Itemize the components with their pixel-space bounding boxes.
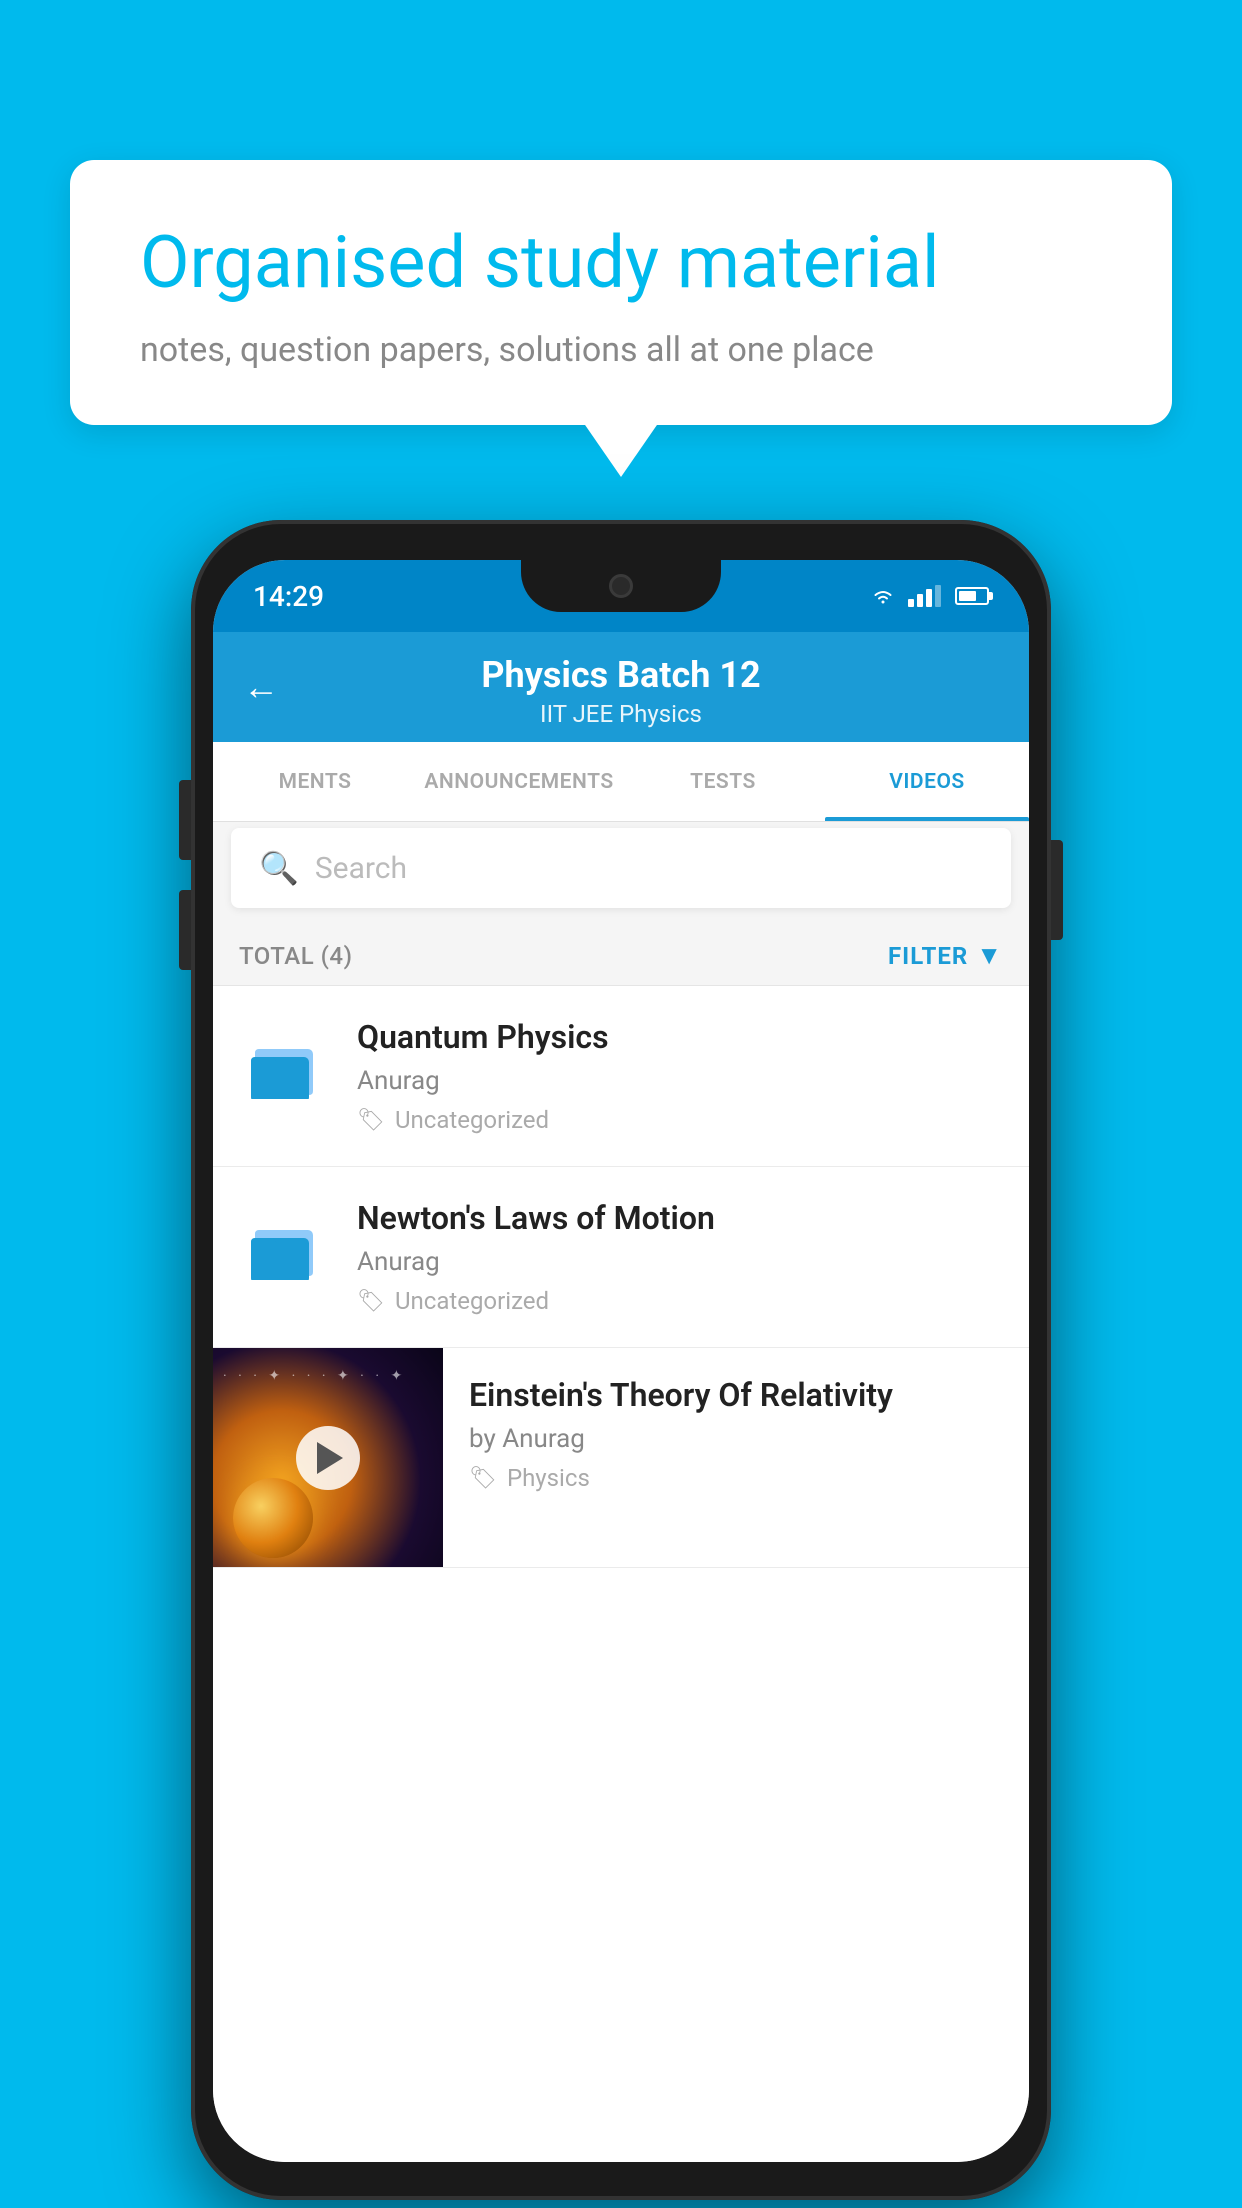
phone-device: 14:29 [191, 520, 1051, 2200]
tag-icon: 🏷 [357, 1289, 385, 1314]
search-icon: 🔍 [259, 849, 299, 887]
signal-icon [908, 585, 941, 607]
phone-frame: 14:29 [191, 520, 1051, 2200]
video-folder-icon [239, 1018, 329, 1108]
total-count: TOTAL (4) [239, 942, 352, 970]
filter-label: FILTER [888, 942, 968, 970]
planet-graphic [233, 1478, 313, 1558]
bubble-subtitle: notes, question papers, solutions all at… [140, 330, 1102, 370]
video-folder-icon [239, 1199, 329, 1289]
video-author: by Anurag [469, 1424, 1003, 1454]
tab-ments[interactable]: MENTS [213, 742, 417, 821]
app-title: Physics Batch 12 [481, 654, 760, 696]
video-title: Quantum Physics [357, 1018, 1003, 1056]
tab-tests[interactable]: TESTS [621, 742, 825, 821]
tag-icon: 🏷 [469, 1466, 497, 1491]
list-item[interactable]: Newton's Laws of Motion Anurag 🏷 Uncateg… [213, 1167, 1029, 1348]
back-button[interactable]: ← [243, 666, 279, 708]
play-icon [317, 1442, 343, 1474]
phone-screen: 14:29 [213, 560, 1029, 2162]
tabs-bar: MENTS ANNOUNCEMENTS TESTS VIDEOS [213, 742, 1029, 822]
volume-down-button[interactable] [179, 890, 191, 970]
search-bar[interactable]: 🔍 Search [231, 828, 1011, 908]
video-info: Einstein's Theory Of Relativity by Anura… [443, 1348, 1003, 1492]
video-info: Newton's Laws of Motion Anurag 🏷 Uncateg… [357, 1199, 1003, 1315]
battery-icon [955, 587, 989, 605]
power-button[interactable] [1051, 840, 1063, 940]
status-time: 14:29 [253, 580, 324, 613]
app-subtitle: IIT JEE Physics [540, 700, 702, 728]
video-title: Einstein's Theory Of Relativity [469, 1376, 1003, 1414]
filter-row: TOTAL (4) FILTER ▼ [213, 926, 1029, 986]
video-thumbnail [213, 1348, 443, 1568]
tag-label: Uncategorized [395, 1287, 549, 1315]
front-camera [609, 574, 633, 598]
wifi-icon [872, 585, 894, 607]
tag-label: Physics [507, 1464, 590, 1492]
filter-icon: ▼ [976, 940, 1003, 971]
bubble-title: Organised study material [140, 220, 1102, 306]
video-tag: 🏷 Physics [469, 1464, 1003, 1492]
list-item[interactable]: Quantum Physics Anurag 🏷 Uncategorized [213, 986, 1029, 1167]
video-tag: 🏷 Uncategorized [357, 1287, 1003, 1315]
video-tag: 🏷 Uncategorized [357, 1106, 1003, 1134]
play-button[interactable] [296, 1426, 360, 1490]
app-header: ← Physics Batch 12 IIT JEE Physics [213, 632, 1029, 742]
video-list: Quantum Physics Anurag 🏷 Uncategorized [213, 986, 1029, 2162]
video-author: Anurag [357, 1066, 1003, 1096]
filter-button[interactable]: FILTER ▼ [888, 940, 1003, 971]
tag-icon: 🏷 [357, 1108, 385, 1133]
video-info: Quantum Physics Anurag 🏷 Uncategorized [357, 1018, 1003, 1134]
tab-videos[interactable]: VIDEOS [825, 742, 1029, 821]
list-item[interactable]: Einstein's Theory Of Relativity by Anura… [213, 1348, 1029, 1568]
video-title: Newton's Laws of Motion [357, 1199, 1003, 1237]
volume-up-button[interactable] [179, 780, 191, 860]
phone-notch [521, 560, 721, 612]
status-icons [872, 585, 989, 607]
tag-label: Uncategorized [395, 1106, 549, 1134]
search-input[interactable]: Search [315, 851, 407, 886]
tab-announcements[interactable]: ANNOUNCEMENTS [417, 742, 621, 821]
speech-bubble: Organised study material notes, question… [70, 160, 1172, 425]
video-author: Anurag [357, 1247, 1003, 1277]
